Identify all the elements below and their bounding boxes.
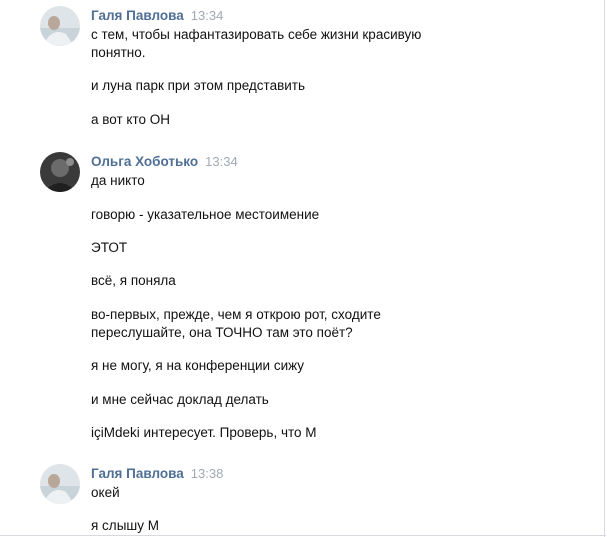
message-text: я слышу М: [91, 518, 159, 533]
message-text: всё, я поняла: [91, 273, 176, 288]
frame-border-bottom: [0, 535, 606, 536]
message-text: и луна парк при этом представить: [91, 78, 306, 93]
message-time: 13:38: [190, 466, 224, 481]
message-text: да никто: [91, 173, 145, 188]
message-text: говорю - указательное местоимение: [91, 207, 320, 222]
message-text: окей: [91, 485, 120, 500]
avatar[interactable]: [40, 152, 80, 192]
message-text: и мне сейчас доклад делать: [91, 392, 269, 407]
message-time: 13:34: [205, 154, 238, 169]
message-text: с тем, чтобы нафантазировать себе жизни …: [91, 27, 422, 60]
frame-border-right: [604, 0, 605, 537]
message-text: во-первых, прежде, чем я открою рот, схо…: [91, 307, 381, 340]
message-text: içiMdeki интересует. Проверь, что М: [91, 425, 317, 440]
message-text: ЭТОТ: [91, 240, 128, 255]
message-text: я не могу, я на конференции сижу: [91, 358, 305, 373]
message-text: а вот кто ОН: [91, 112, 171, 127]
message-time: 13:34: [190, 8, 224, 23]
avatar[interactable]: [40, 6, 80, 46]
author-name[interactable]: Галя Павлова 13:38: [91, 466, 223, 481]
author-name[interactable]: Ольга Хоботько 13:34: [91, 154, 238, 169]
avatar[interactable]: [40, 464, 80, 504]
author-name[interactable]: Галя Павлова 13:34: [91, 8, 223, 23]
